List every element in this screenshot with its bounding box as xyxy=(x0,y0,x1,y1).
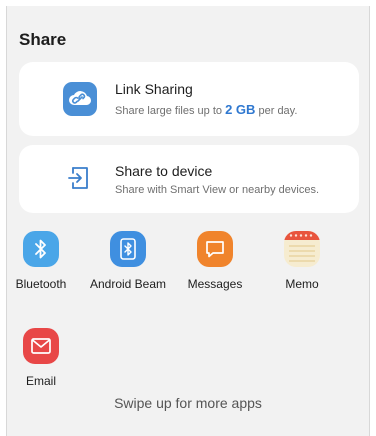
app-label: Bluetooth xyxy=(15,277,67,291)
app-label: Android Beam xyxy=(89,277,167,291)
swipe-hint: Swipe up for more apps xyxy=(114,395,262,411)
android-beam-icon xyxy=(110,231,146,267)
share-to-device-title: Share to device xyxy=(115,163,213,179)
messages-icon xyxy=(197,231,233,267)
memo-icon xyxy=(284,231,320,267)
sheet-title: Share xyxy=(19,30,67,49)
bluetooth-icon xyxy=(23,231,59,267)
cloud-link-icon xyxy=(63,82,97,116)
share-to-device-option[interactable]: Share to device Share with Smart View or… xyxy=(19,145,359,213)
app-email[interactable]: Email xyxy=(1,328,81,388)
share-to-device-subtitle: Share with Smart View or nearby devices. xyxy=(115,184,319,196)
email-icon xyxy=(23,328,59,364)
share-to-device-icon xyxy=(65,164,93,192)
app-memo[interactable]: Memo xyxy=(262,231,342,291)
app-label: Memo xyxy=(285,277,319,291)
app-messages[interactable]: Messages xyxy=(175,231,255,291)
app-android-beam[interactable]: Android Beam xyxy=(88,231,168,291)
link-sharing-subtitle: Share large files up to 2 GB per day. xyxy=(115,102,297,117)
link-sharing-option[interactable]: Link Sharing Share large files up to 2 G… xyxy=(19,62,359,136)
subtitle-prefix: Share large files up to xyxy=(115,105,223,117)
share-sheet: Share Link Sharing Share large files up … xyxy=(6,6,370,436)
size-limit: 2 GB xyxy=(225,102,256,117)
app-bluetooth[interactable]: Bluetooth xyxy=(1,231,81,291)
app-label: Messages xyxy=(187,277,243,291)
app-label: Email xyxy=(25,374,56,388)
link-sharing-title: Link Sharing xyxy=(115,81,193,97)
subtitle-suffix: per day. xyxy=(258,105,298,117)
